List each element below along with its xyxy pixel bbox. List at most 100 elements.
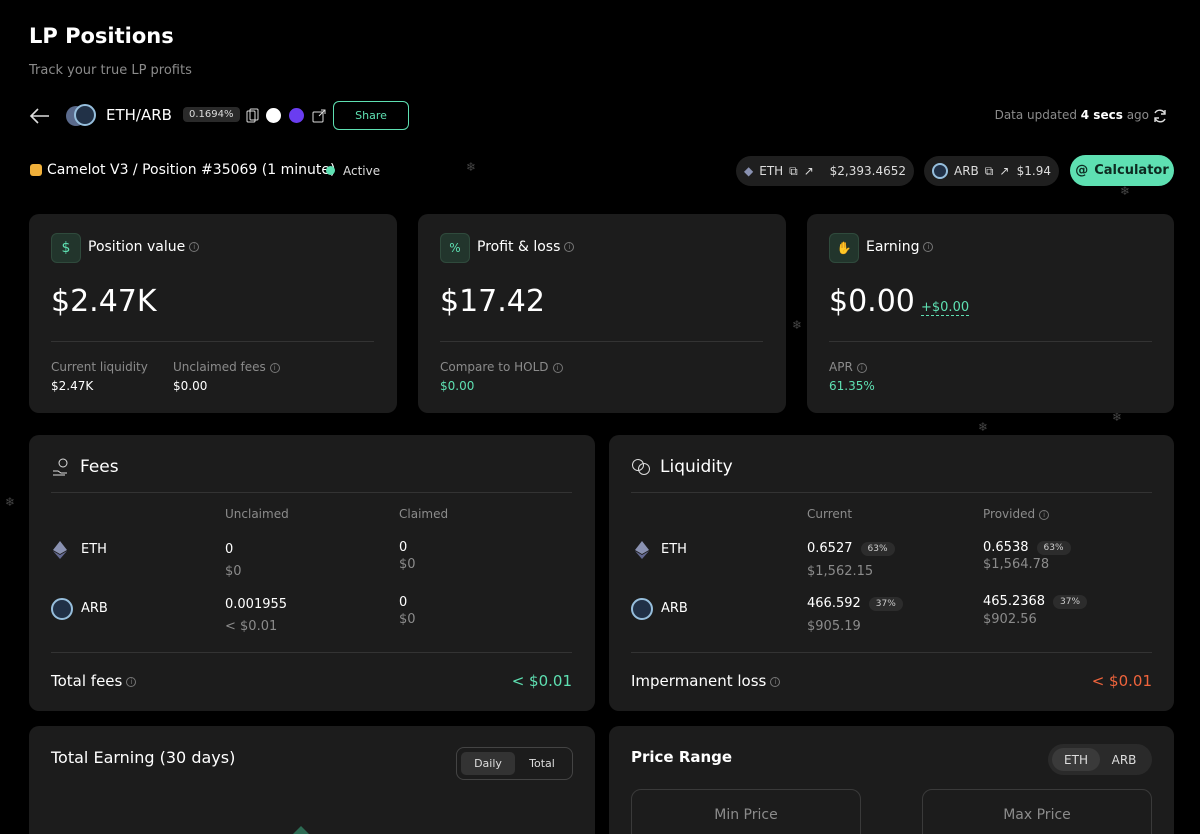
toggle-eth[interactable]: ETH [1052,748,1100,771]
copy-icon[interactable]: ⧉ [985,164,994,179]
info-icon: i [1039,509,1050,520]
fees-claimed-amount: 0 [399,540,408,555]
min-price-label: Min Price [714,807,778,823]
eth-symbol: ETH [759,164,784,178]
snowflake-icon: ❄ [1120,184,1131,198]
liquidity-provided-usd: $902.56 [983,612,1037,627]
snowflake-icon: ❄ [978,420,989,434]
total-fees-label: Total fees i [51,672,137,690]
liquidity-current-usd: $905.19 [807,619,861,634]
fees-token: ARB [81,601,108,616]
hand-coin-icon [51,457,71,481]
fees-unclaimed-usd: < $0.01 [225,619,278,634]
copy-icon[interactable] [246,108,259,127]
percent-icon: % [440,233,470,263]
fees-claimed-amount: 0 [399,595,408,610]
eth-icon [53,541,67,563]
card-title: Position value i [88,239,200,255]
arb-icon [631,598,653,620]
page-title: LP Positions [29,24,174,48]
fees-claimed-usd: $0 [399,557,416,572]
snowflake-icon: ❄ [792,318,803,332]
max-price-box: Max Price [922,789,1152,834]
position-label: Camelot V3 / Position #35069 (1 minute) [47,162,336,178]
liquidity-title: Liquidity [660,457,733,477]
tab-total[interactable]: Total [515,752,569,775]
external-link-icon[interactable] [312,108,326,127]
position-value: $2.47K [51,284,157,319]
total-earning-title: Total Earning (30 days) [51,748,236,767]
col-unclaimed: Unclaimed [225,507,289,521]
arb-icon [932,163,948,179]
position-value-card: $ Position value i $2.47K Current liquidi… [29,214,397,413]
calculator-button[interactable]: @ Calculator [1070,155,1174,186]
arb-icon [51,598,73,620]
compare-hold-value: $0.00 [440,379,475,393]
apr-label: APR i [829,360,867,374]
liquidity-token: ARB [661,601,688,616]
toggle-arb[interactable]: ARB [1100,748,1148,771]
profit-loss-value: $17.42 [440,284,545,319]
fees-unclaimed-usd: $0 [225,564,242,579]
status-badge: Active [343,164,381,178]
apr-value: 61.35% [829,379,875,393]
camelot-icon [30,164,42,176]
liquidity-token: ETH [661,542,687,557]
pair-token-icons [66,104,100,130]
price-range-card: Price Range ETH ARB Min Price Max Price [609,726,1174,834]
col-current: Current [807,507,853,521]
copy-icon[interactable]: ⧉ [789,164,798,179]
coins-icon [631,457,651,481]
external-link-icon[interactable]: ↗ [804,164,814,178]
total-earning-card: Total Earning (30 days) Daily Total [29,726,595,834]
tab-daily[interactable]: Daily [461,752,515,775]
fees-token: ETH [81,542,107,557]
external-link-icon[interactable]: ↗ [999,164,1009,178]
fee-tier-badge: 0.1694% [183,107,240,122]
price-range-title: Price Range [631,748,733,766]
liquidity-current: 0.6527 63% [807,541,895,556]
info-icon: i [923,242,934,252]
dex-explorer-icon[interactable] [289,108,304,123]
arb-symbol: ARB [954,164,979,178]
liquidity-provided-usd: $1,564.78 [983,557,1050,572]
eth-icon [635,541,649,563]
unclaimed-fees-label: Unclaimed fees i [173,360,280,374]
earning-value: $0.00 [829,284,915,319]
hand-coin-icon: ✋ [829,233,859,263]
share-button[interactable]: Share [333,101,409,130]
total-fees-value: < $0.01 [511,672,572,690]
dollar-icon: $ [51,233,81,263]
chart-explorer-icon[interactable] [266,108,281,123]
pair-name: ETH/ARB [106,106,172,124]
liquidity-card: Liquidity Current Provided i ETH 0.6527 63… [609,435,1174,711]
back-arrow-icon[interactable] [29,105,51,127]
info-icon: i [564,242,575,252]
arb-price-chip: ARB ⧉ ↗ $1.94 [924,156,1059,186]
snowflake-icon: ❄ [5,495,16,509]
info-icon: i [552,362,563,373]
fees-claimed-usd: $0 [399,612,416,627]
chart-marker [293,826,309,834]
col-provided: Provided i [983,507,1050,521]
col-claimed: Claimed [399,507,449,521]
at-icon: @ [1075,163,1089,178]
earning-delta[interactable]: +$0.00 [921,300,970,316]
fees-unclaimed-amount: 0.001955 [225,597,288,612]
refresh-icon[interactable] [1152,108,1168,128]
liquidity-current-usd: $1,562.15 [807,564,874,579]
earning-card: ✋ Earning i $0.00 +$0.00 APR i 61.35% [807,214,1174,413]
liquidity-current: 466.592 37% [807,596,903,611]
info-icon: i [856,362,867,373]
fees-card: Fees Unclaimed Claimed ETH 0 $0 0 $0 ARB… [29,435,595,711]
profit-loss-card: % Profit & loss i $17.42 Compare to HOLD i… [418,214,786,413]
liquidity-provided: 465.2368 37% [983,594,1088,609]
fees-unclaimed-amount: 0 [225,542,234,557]
info-icon: i [189,242,200,252]
unclaimed-fees-value: $0.00 [173,379,208,393]
card-title: Profit & loss i [477,239,575,255]
compare-hold-label: Compare to HOLD i [440,360,563,374]
card-title: Earning i [866,239,934,255]
token-toggle: ETH ARB [1048,744,1152,775]
impermanent-loss-value: < $0.01 [1091,672,1152,690]
